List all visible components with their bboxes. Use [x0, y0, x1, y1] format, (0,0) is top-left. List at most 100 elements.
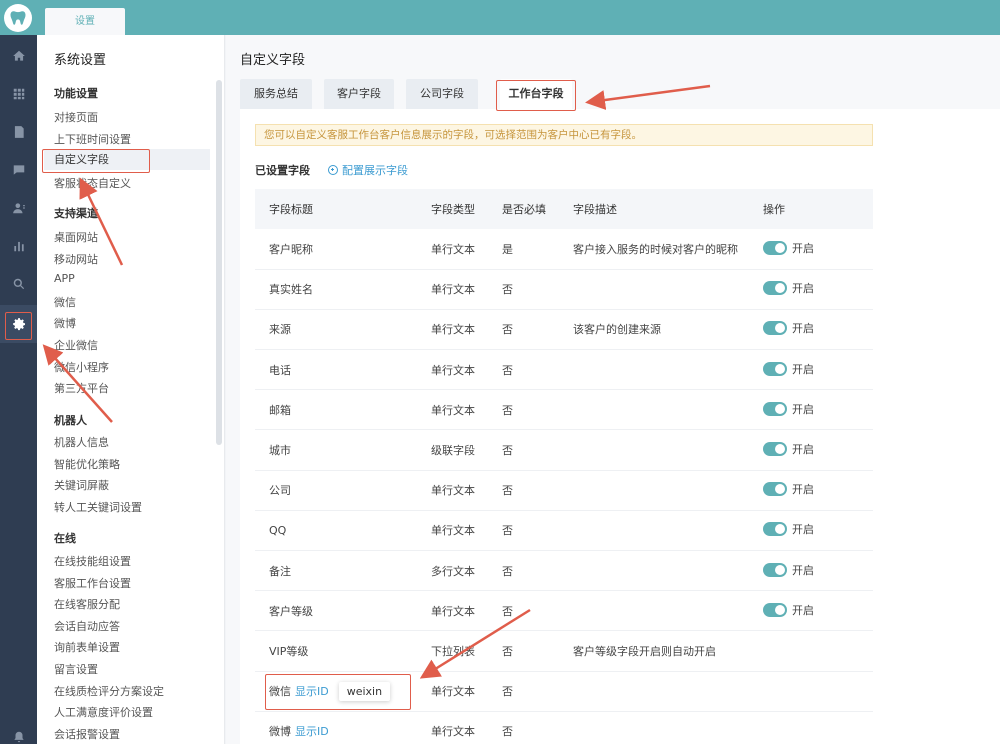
table-row: 微信 显示ID weixin 单行文本 否	[255, 671, 873, 712]
field-title-cell: 客户等级	[255, 591, 431, 631]
show-id-link[interactable]: 显示ID	[295, 685, 329, 698]
toggle-label: 开启	[792, 443, 814, 457]
field-type: 单行文本	[431, 283, 475, 297]
enable-toggle[interactable]: 开启	[763, 441, 814, 457]
sidebar-item-quality-scoring[interactable]: 在线质检评分方案设定	[54, 683, 164, 699]
action-cell: 开启	[763, 591, 873, 631]
sidebar-item-integration-page[interactable]: 对接页面	[54, 109, 98, 125]
toggle-switch-icon	[763, 401, 787, 416]
field-title-cell: VIP等级	[255, 631, 431, 671]
field-type: 级联字段	[431, 444, 475, 458]
icon-rail	[0, 35, 37, 744]
tooth-icon[interactable]	[4, 4, 32, 32]
chat-icon[interactable]	[0, 151, 37, 189]
field-title-cell: 客户昵称	[255, 229, 431, 269]
sidebar-item-app[interactable]: APP	[54, 272, 75, 285]
enable-toggle[interactable]: 开启	[763, 320, 814, 336]
field-description: 客户接入服务的时候对客户的昵称	[573, 242, 738, 256]
sidebar-item-keyword-block[interactable]: 关键词屏蔽	[54, 477, 109, 493]
field-title: 微信	[269, 684, 291, 698]
action-cell: 开启	[763, 350, 873, 390]
field-required: 否	[502, 524, 513, 538]
sidebar-item-workbench-settings[interactable]: 客服工作台设置	[54, 575, 131, 591]
sidebar-item-work-hours[interactable]: 上下班时间设置	[54, 131, 131, 147]
sidebar-item-message-settings[interactable]: 留言设置	[54, 661, 98, 677]
tab-settings[interactable]: 设置	[45, 8, 125, 35]
enable-toggle[interactable]: 开启	[763, 481, 814, 497]
home-icon[interactable]	[0, 37, 37, 75]
field-title-cell: 城市	[255, 430, 431, 470]
show-id-link[interactable]: 显示ID	[295, 725, 329, 738]
field-description	[573, 390, 763, 430]
sidebar-item-pre-chat-form[interactable]: 询前表单设置	[54, 639, 120, 655]
table-row: 微博 显示ID 单行文本否	[255, 711, 873, 744]
sidebar-item-skill-groups[interactable]: 在线技能组设置	[54, 553, 131, 569]
enable-toggle[interactable]: 开启	[763, 602, 814, 618]
sidebar-scrollbar[interactable]	[216, 80, 222, 445]
enable-toggle[interactable]: 开启	[763, 521, 814, 537]
field-description	[573, 350, 763, 390]
toggle-label: 开启	[792, 563, 814, 577]
field-description	[573, 711, 763, 744]
field-description	[573, 430, 763, 470]
field-description	[573, 510, 763, 550]
sidebar-item-weibo[interactable]: 微博	[54, 315, 76, 331]
field-type: 单行文本	[431, 604, 475, 618]
sidebar-item-transfer-keywords[interactable]: 转人工关键词设置	[54, 499, 142, 515]
sidebar-item-agent-status[interactable]: 客服状态自定义	[54, 175, 131, 191]
action-cell: 开启	[763, 309, 873, 349]
field-title: 真实姓名	[269, 283, 313, 297]
tab-service-summary[interactable]: 服务总结	[240, 79, 312, 109]
enable-toggle[interactable]: 开启	[763, 280, 814, 296]
sidebar-item-mobile-web[interactable]: 移动网站	[54, 251, 98, 267]
table-row: 邮箱 单行文本 否 开启	[255, 390, 873, 430]
action-cell: 开启	[763, 390, 873, 430]
field-description: 该客户的创建来源	[573, 323, 661, 337]
field-type: 单行文本	[431, 725, 475, 739]
sidebar-item-robot-info[interactable]: 机器人信息	[54, 434, 109, 450]
add-circle-icon	[328, 165, 338, 175]
document-icon[interactable]	[0, 113, 37, 151]
sidebar-item-desktop-web[interactable]: 桌面网站	[54, 229, 98, 245]
sidebar-item-custom-fields[interactable]: 自定义字段	[44, 149, 210, 170]
sidebar-item-auto-reply[interactable]: 会话自动应答	[54, 618, 120, 634]
search-icon[interactable]	[0, 265, 37, 303]
action-cell: 开启	[763, 470, 873, 510]
chart-icon[interactable]	[0, 227, 37, 265]
bell-icon[interactable]	[0, 718, 37, 744]
field-description	[573, 269, 763, 309]
sidebar-item-agent-assignment[interactable]: 在线客服分配	[54, 596, 120, 612]
gear-icon[interactable]	[0, 305, 37, 343]
sidebar-item-mini-program[interactable]: 微信小程序	[54, 359, 109, 375]
tab-customer-fields[interactable]: 客户字段	[324, 79, 394, 109]
field-required: 否	[502, 323, 513, 337]
sidebar-item-smart-optimization[interactable]: 智能优化策略	[54, 456, 120, 472]
enable-toggle[interactable]: 开启	[763, 240, 814, 256]
sidebar-item-wecom[interactable]: 企业微信	[54, 337, 98, 353]
col-field-title: 字段标题	[269, 203, 313, 216]
tab-workbench-fields[interactable]: 工作台字段	[500, 79, 572, 109]
sidebar-item-wechat[interactable]: 微信	[54, 294, 76, 310]
configure-fields-link[interactable]: 配置展示字段	[328, 162, 408, 178]
toggle-label: 开启	[792, 603, 814, 617]
enable-toggle[interactable]: 开启	[763, 361, 814, 377]
top-bar: 设置	[0, 0, 1000, 35]
table-row: 来源 单行文本 否 该客户的创建来源 开启	[255, 309, 873, 350]
field-required: 否	[502, 564, 513, 578]
table-row: VIP等级 下拉列表 否 客户等级字段开启则自动开启	[255, 631, 873, 672]
enable-toggle[interactable]: 开启	[763, 562, 814, 578]
tab-company-fields[interactable]: 公司字段	[406, 79, 478, 109]
contacts-icon[interactable]	[0, 189, 37, 227]
field-required: 否	[502, 484, 513, 498]
sidebar-item-third-party[interactable]: 第三方平台	[54, 380, 109, 396]
sidebar-item-alert-settings[interactable]: 会话报警设置	[54, 726, 120, 742]
col-description: 字段描述	[573, 203, 617, 216]
group-channels: 支持渠道	[54, 207, 98, 220]
enable-toggle[interactable]: 开启	[763, 401, 814, 417]
toggle-switch-icon	[763, 281, 787, 296]
grid-icon[interactable]	[0, 75, 37, 113]
action-cell	[763, 711, 873, 744]
sidebar-title: 系统设置	[54, 53, 107, 68]
toggle-label: 开启	[792, 282, 814, 296]
sidebar-item-satisfaction[interactable]: 人工满意度评价设置	[54, 704, 153, 720]
